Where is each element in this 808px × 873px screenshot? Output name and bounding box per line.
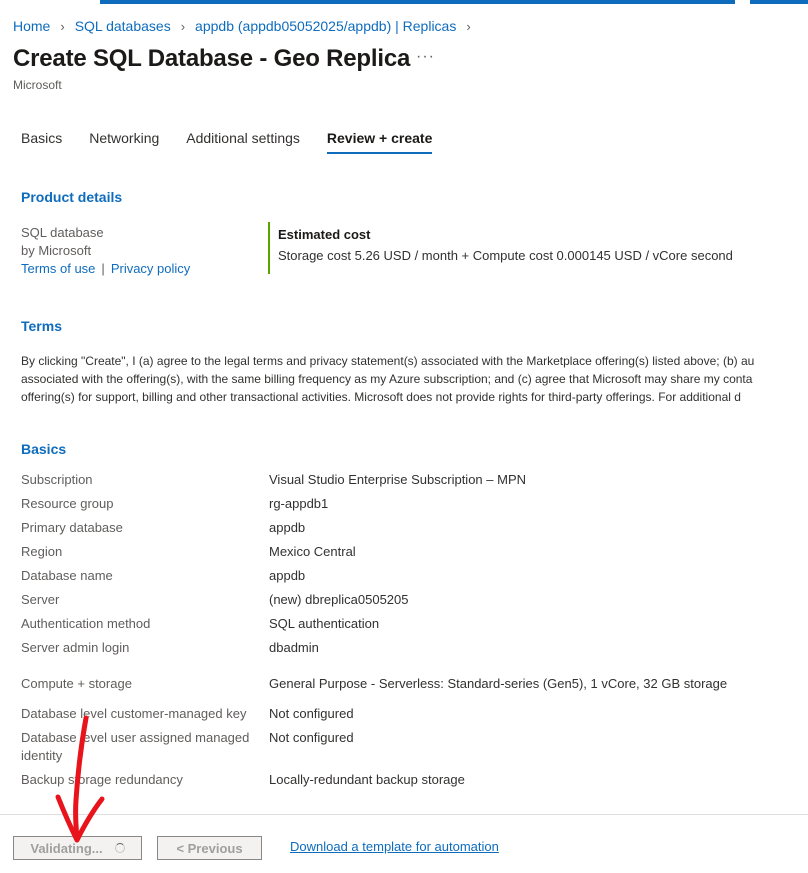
top-accent-bar-segment [750, 0, 808, 4]
summary-value: appdb [269, 520, 306, 535]
summary-key: Database name [21, 568, 113, 583]
publisher-label: Microsoft [13, 78, 62, 92]
terms-of-use-link[interactable]: Terms of use [21, 261, 95, 276]
estimated-cost-title: Estimated cost [278, 227, 371, 242]
summary-key: Subscription [21, 472, 93, 487]
summary-key: Server admin login [21, 640, 130, 655]
product-publisher: by Microsoft [21, 243, 92, 258]
privacy-policy-link[interactable]: Privacy policy [111, 261, 190, 276]
terms-line: By clicking "Create", I (a) agree to the… [21, 354, 755, 368]
product-info: SQL database by Microsoft Terms of use | P… [21, 224, 190, 278]
summary-key: Authentication method [21, 616, 151, 631]
more-options-icon[interactable]: ··· [416, 48, 435, 66]
summary-value: Not configured [269, 706, 354, 721]
summary-key: Primary database [21, 520, 123, 535]
summary-key: Region [21, 544, 63, 559]
tab-additional-settings[interactable]: Additional settings [186, 130, 300, 154]
summary-key: Database level customer-managed key [21, 706, 247, 721]
summary-value: Locally-redundant backup storage [269, 772, 465, 787]
estimated-cost-box: Estimated cost Storage cost 5.26 USD / m… [268, 222, 733, 274]
summary-key: Backup storage redundancy [21, 772, 183, 787]
validating-button[interactable]: Validating... [13, 836, 142, 860]
summary-value: Not configured [269, 730, 354, 745]
chevron-right-icon: › [466, 18, 471, 34]
summary-key: Database level user assigned managed ide… [21, 730, 250, 763]
chevron-right-icon: › [180, 18, 186, 34]
breadcrumb-sql-databases[interactable]: SQL databases [75, 18, 171, 34]
summary-key: Compute + storage [21, 676, 132, 691]
summary-key: Resource group [21, 496, 114, 511]
top-accent-bar-segment [100, 0, 735, 4]
terms-heading: Terms [21, 318, 62, 334]
summary-value: Visual Studio Enterprise Subscription – … [269, 472, 526, 487]
link-separator: | [101, 261, 105, 276]
summary-value: Mexico Central [269, 544, 356, 559]
estimated-cost-text: Storage cost 5.26 USD / month + Compute … [278, 248, 733, 263]
top-accent-bar [0, 0, 808, 4]
page-title: Create SQL Database - Geo Replica [13, 45, 411, 72]
tab-basics[interactable]: Basics [21, 130, 62, 154]
terms-text: By clicking "Create", I (a) agree to the… [21, 352, 808, 406]
breadcrumb-home[interactable]: Home [13, 18, 50, 34]
summary-value: General Purpose - Serverless: Standard-s… [269, 676, 728, 691]
wizard-footer: Validating... < Previous Download a temp… [0, 814, 808, 873]
chevron-right-icon: › [60, 18, 65, 34]
tab-review-create[interactable]: Review + create [326, 130, 433, 154]
summary-value: SQL authentication [269, 616, 380, 631]
tab-networking[interactable]: Networking [89, 130, 159, 154]
product-details-heading: Product details [21, 189, 123, 205]
terms-line: associated with the offering(s), with th… [21, 372, 753, 386]
previous-button[interactable]: < Previous [157, 836, 262, 860]
breadcrumb-appdb-replicas[interactable]: appdb (appdb05052025/appdb) | Replicas [195, 18, 456, 34]
basics-heading: Basics [21, 441, 67, 457]
validating-label: Validating... [30, 840, 103, 856]
summary-value: rg-appdb1 [269, 496, 329, 511]
product-name: SQL database [21, 225, 104, 240]
download-template-link[interactable]: Download a template for automation [290, 839, 499, 854]
summary-value: dbadmin [269, 640, 319, 655]
summary-value: appdb [269, 568, 306, 583]
terms-line: offering(s) for support, billing and oth… [21, 390, 741, 404]
breadcrumb: Home › SQL databases › appdb (appdb05052… [13, 18, 481, 34]
summary-value: (new) dbreplica0505205 [269, 592, 409, 607]
spinner-icon [114, 843, 125, 853]
summary-key: Server [21, 592, 60, 607]
wizard-tabs: Basics Networking Additional settings Re… [21, 130, 459, 154]
